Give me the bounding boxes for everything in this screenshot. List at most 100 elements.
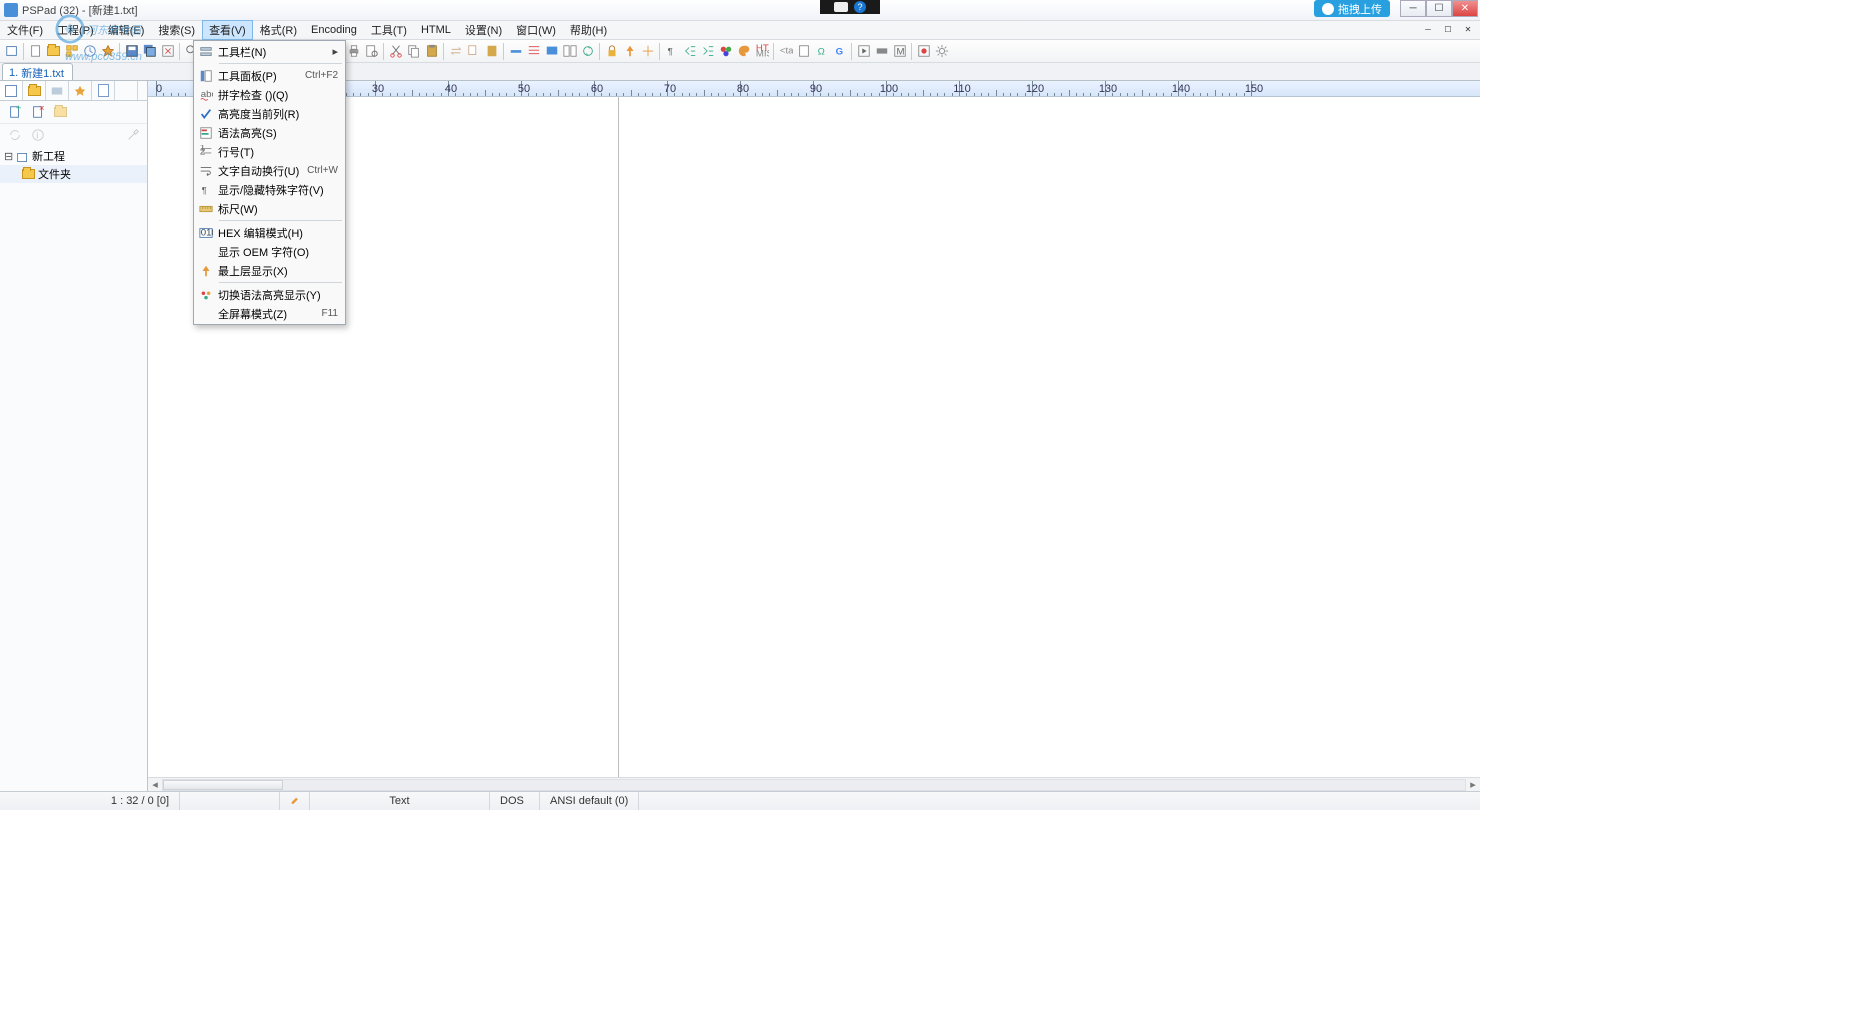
scroll-track[interactable] bbox=[162, 779, 1466, 791]
scroll-thumb[interactable] bbox=[163, 780, 283, 790]
print-icon[interactable] bbox=[345, 43, 362, 60]
tab-active[interactable]: 1. 新建1.txt bbox=[2, 63, 73, 80]
palette-icon[interactable] bbox=[735, 43, 752, 60]
menu-工程[interactable]: 工程(P) bbox=[50, 20, 101, 40]
menu-item-q[interactable]: abc拼字检查 ()(Q) bbox=[195, 85, 344, 104]
macro-play-icon[interactable] bbox=[855, 43, 872, 60]
html-check-icon[interactable]: HTMLMIST bbox=[753, 43, 770, 60]
panel-tab-project[interactable] bbox=[0, 81, 23, 100]
scroll-right-icon[interactable]: ▸ bbox=[1466, 779, 1480, 791]
menu-item-z[interactable]: 全屏幕模式(Z)F11 bbox=[195, 304, 344, 323]
paste-icon[interactable] bbox=[423, 43, 440, 60]
remove-file-icon[interactable]: × bbox=[29, 104, 46, 121]
add-file-icon[interactable]: + bbox=[6, 104, 23, 121]
lock-icon[interactable] bbox=[603, 43, 620, 60]
menu-item-t[interactable]: 12行号(T) bbox=[195, 142, 344, 161]
show-special-icon[interactable]: ¶ bbox=[663, 43, 680, 60]
menu-item-s[interactable]: 语法高亮(S) bbox=[195, 123, 344, 142]
menu-帮助[interactable]: 帮助(H) bbox=[563, 20, 614, 40]
panel-tab-ftp[interactable] bbox=[46, 81, 69, 100]
tree-root[interactable]: ⊟ 新工程 bbox=[0, 147, 147, 165]
menu-item-n[interactable]: 工具栏(N) bbox=[195, 42, 344, 61]
copy-line-icon[interactable] bbox=[465, 43, 482, 60]
tag-icon[interactable]: <tag bbox=[777, 43, 794, 60]
refresh-icon[interactable] bbox=[6, 126, 23, 143]
menu-html[interactable]: HTML bbox=[414, 22, 458, 38]
ontop-icon[interactable] bbox=[621, 43, 638, 60]
menu-item-hexh[interactable]: 0101HEX 编辑模式(H) bbox=[195, 223, 344, 242]
menu-搜索[interactable]: 搜索(S) bbox=[151, 20, 202, 40]
info-icon[interactable]: i bbox=[29, 126, 46, 143]
save-icon[interactable] bbox=[123, 43, 140, 60]
macro-edit-icon[interactable]: M bbox=[891, 43, 908, 60]
menu-格式[interactable]: 格式(R) bbox=[253, 20, 304, 40]
text-area[interactable] bbox=[148, 97, 1480, 777]
minimize-button[interactable] bbox=[1400, 0, 1426, 17]
horizontal-scrollbar[interactable]: ◂ ▸ bbox=[148, 777, 1480, 791]
macro-stop-icon[interactable] bbox=[873, 43, 890, 60]
color-icon[interactable] bbox=[717, 43, 734, 60]
save-all-icon[interactable] bbox=[141, 43, 158, 60]
menu-item-u[interactable]: 文字自动换行(U)Ctrl+W bbox=[195, 161, 344, 180]
copy-icon[interactable] bbox=[405, 43, 422, 60]
menu-文件[interactable]: 文件(F) bbox=[0, 20, 50, 40]
bookmark-icon[interactable] bbox=[507, 43, 524, 60]
new-project-icon[interactable] bbox=[3, 43, 20, 60]
charmap-icon[interactable]: Ω bbox=[813, 43, 830, 60]
tree-child[interactable]: 文件夹 bbox=[0, 165, 147, 183]
panel-tab-files[interactable] bbox=[92, 81, 115, 100]
status-eol[interactable]: DOS bbox=[490, 792, 540, 810]
google-icon[interactable]: G bbox=[831, 43, 848, 60]
record-icon[interactable] bbox=[915, 43, 932, 60]
open-icon[interactable] bbox=[45, 43, 62, 60]
menu-item-y[interactable]: 切换语法高亮显示(Y) bbox=[195, 285, 344, 304]
settings-icon[interactable] bbox=[933, 43, 950, 60]
help-icon[interactable]: ? bbox=[854, 1, 866, 13]
menu-item-p[interactable]: 工具面板(P)Ctrl+F2 bbox=[195, 66, 344, 85]
compare-icon[interactable] bbox=[561, 43, 578, 60]
tools-icon[interactable] bbox=[124, 126, 141, 143]
open-folder-icon[interactable] bbox=[52, 104, 69, 121]
favorites-icon[interactable] bbox=[99, 43, 116, 60]
mdi-close-button[interactable]: ✕ bbox=[1458, 22, 1478, 36]
close-file-icon[interactable] bbox=[159, 43, 176, 60]
collapse-icon[interactable]: ⊟ bbox=[4, 150, 13, 163]
paste-line-icon[interactable] bbox=[483, 43, 500, 60]
external-app-icon[interactable] bbox=[543, 43, 560, 60]
panel-tab-more[interactable] bbox=[115, 81, 138, 100]
sync-icon[interactable] bbox=[579, 43, 596, 60]
menu-item-r[interactable]: 高亮度当前列(R) bbox=[195, 104, 344, 123]
cut-icon[interactable] bbox=[387, 43, 404, 60]
indent-left-icon[interactable] bbox=[681, 43, 698, 60]
menu-item-x[interactable]: 最上层显示(X) bbox=[195, 261, 344, 280]
menu-窗口[interactable]: 窗口(W) bbox=[509, 20, 563, 40]
maximize-button[interactable] bbox=[1426, 0, 1452, 17]
swap-icon[interactable] bbox=[447, 43, 464, 60]
menu-查看[interactable]: 查看(V) bbox=[202, 20, 253, 40]
menu-item-oemo[interactable]: 显示 OEM 字符(O) bbox=[195, 242, 344, 261]
hex-icon: 0101 bbox=[197, 226, 215, 240]
mdi-restore-button[interactable] bbox=[1438, 22, 1458, 36]
menu-item-w[interactable]: 标尺(W) bbox=[195, 199, 344, 218]
menu-设置[interactable]: 设置(N) bbox=[458, 20, 509, 40]
print-preview-icon[interactable] bbox=[363, 43, 380, 60]
menu-工具[interactable]: 工具(T) bbox=[364, 20, 414, 40]
scroll-left-icon[interactable]: ◂ bbox=[148, 779, 162, 791]
clipboard-icon[interactable] bbox=[795, 43, 812, 60]
menu-编辑[interactable]: 编辑(E) bbox=[101, 20, 152, 40]
recent-icon[interactable] bbox=[81, 43, 98, 60]
indent-right-icon[interactable] bbox=[699, 43, 716, 60]
bookmark-list-icon[interactable] bbox=[525, 43, 542, 60]
templates-icon[interactable] bbox=[63, 43, 80, 60]
menu-item-v[interactable]: ¶显示/隐藏特殊字符(V) bbox=[195, 180, 344, 199]
panel-tab-folder[interactable] bbox=[23, 81, 46, 100]
mdi-minimize-button[interactable] bbox=[1418, 22, 1438, 36]
drag-upload-button[interactable]: 拖拽上传 bbox=[1314, 0, 1390, 17]
status-filetype[interactable]: Text bbox=[310, 792, 490, 810]
new-file-icon[interactable] bbox=[27, 43, 44, 60]
panel-tab-fav[interactable] bbox=[69, 81, 92, 100]
status-encoding[interactable]: ANSI default (0) bbox=[540, 792, 639, 810]
close-button[interactable] bbox=[1452, 0, 1478, 17]
menu-encoding[interactable]: Encoding bbox=[304, 22, 364, 38]
ftp-icon[interactable] bbox=[639, 43, 656, 60]
